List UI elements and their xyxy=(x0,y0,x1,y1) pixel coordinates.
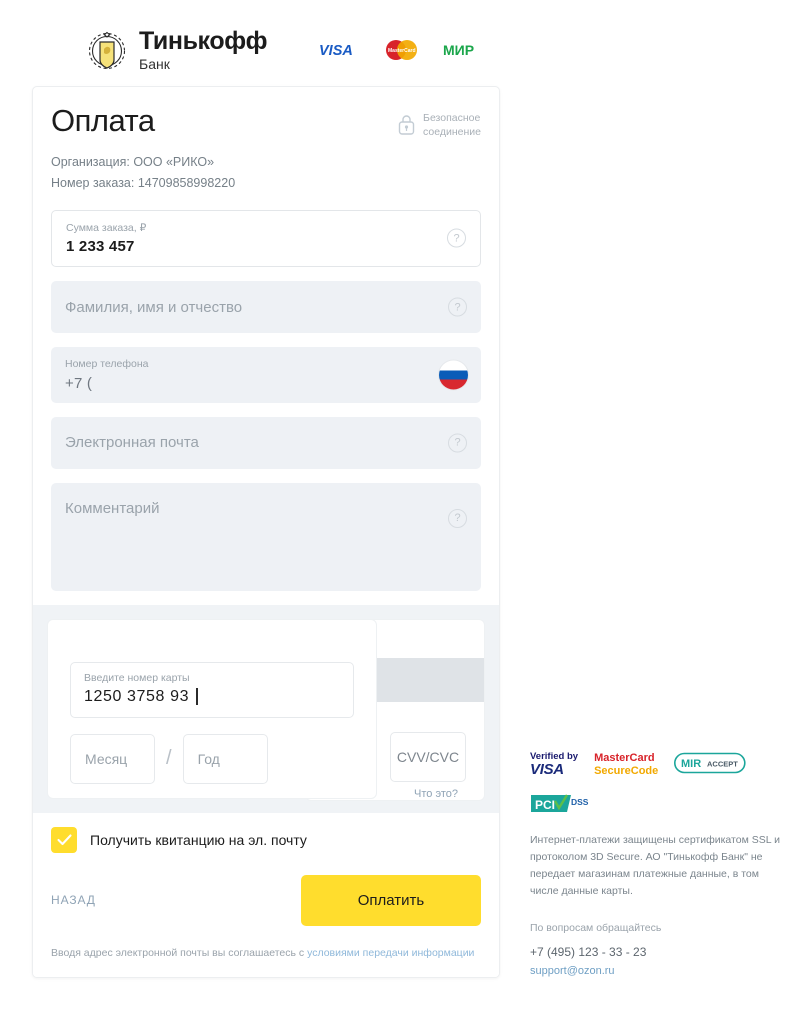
back-button[interactable]: НАЗАД xyxy=(51,893,96,907)
cvv-what-is-link[interactable]: Что это? xyxy=(414,788,458,800)
visa-logo: VISA xyxy=(319,43,353,58)
flag-stripe-red xyxy=(439,379,468,390)
mir-accept-icon: MIR ACCEPT xyxy=(674,752,746,774)
card-expiry-row: Месяц / Год xyxy=(70,733,354,784)
contact-heading: По вопросам обращайтесь xyxy=(530,921,662,934)
organization-line: Организация: ООО «РИКО» xyxy=(51,155,215,170)
form-top-section: Оплата Безопасное соединение Организация… xyxy=(33,87,499,591)
lock-icon xyxy=(398,115,415,135)
card-number-value: 1250 3758 93 xyxy=(84,687,190,705)
flag-stripe-blue xyxy=(439,370,468,380)
amount-value: 1 233 457 xyxy=(66,238,135,256)
form-fields: Сумма заказа, ₽ 1 233 457 ? Фамилия, имя… xyxy=(51,209,481,591)
card-number-label: Введите номер карты xyxy=(84,671,190,684)
brand-header: Тинькофф Банк VISA MasterCard МИР xyxy=(32,14,500,86)
svg-text:МИР: МИР xyxy=(443,42,474,58)
fullname-help-icon[interactable]: ? xyxy=(448,297,467,317)
agreement-text: Вводя адрес электронной почты вы соглаша… xyxy=(51,946,481,963)
contact-block: По вопросам обращайтесь +7 (495) 123 - 3… xyxy=(530,922,780,979)
mastercard-securecode-line1: MasterCard xyxy=(594,752,655,764)
comment-field[interactable]: Комментарий ? xyxy=(51,482,481,591)
email-placeholder: Электронная почта xyxy=(65,434,199,452)
tinkoff-crest-icon xyxy=(88,31,126,70)
agreement-link[interactable]: условиями передачи информации xyxy=(307,947,474,959)
expiry-month-input[interactable]: Месяц xyxy=(70,733,155,784)
order-number-line: Номер заказа: 14709858998220 xyxy=(51,175,236,190)
text-caret xyxy=(196,688,198,706)
pay-button[interactable]: Оплатить xyxy=(301,874,481,926)
bank-card-section: CVV/CVC Что это? Введите номер карты 125… xyxy=(33,604,499,813)
pci-dss-icon: PCI DSS xyxy=(531,794,589,812)
bank-card-visual: CVV/CVC Что это? Введите номер карты 125… xyxy=(47,618,485,801)
check-icon xyxy=(56,834,72,845)
brand-subtitle: Банк xyxy=(139,56,170,72)
email-help-icon[interactable]: ? xyxy=(448,433,467,453)
secure-line-1: Безопасное xyxy=(423,112,481,124)
phone-label: Номер телефона xyxy=(65,358,149,371)
card-front-panel: Введите номер карты 1250 3758 93 Месяц /… xyxy=(47,618,377,799)
expiry-separator: / xyxy=(166,747,172,770)
fullname-placeholder: Фамилия, имя и отчество xyxy=(65,298,243,316)
payment-form-card: Оплата Безопасное соединение Организация… xyxy=(32,86,500,978)
security-info-text: Интернет-платежи защищены сертификатом S… xyxy=(530,833,780,897)
mastercard-securecode-badge: MasterCard SecureCode xyxy=(594,752,658,777)
form-actions: НАЗАД Оплатить xyxy=(51,874,481,926)
comment-help-icon[interactable]: ? xyxy=(448,508,467,528)
flag-stripe-white xyxy=(439,360,468,371)
fullname-field[interactable]: Фамилия, имя и отчество ? xyxy=(51,281,481,334)
phone-field[interactable]: Номер телефона +7 ( xyxy=(51,347,481,403)
card-number-value-row: 1250 3758 93 xyxy=(84,688,340,706)
amount-label: Сумма заказа, ₽ xyxy=(66,221,147,234)
brand-wordmark: Тинькофф Банк xyxy=(139,27,268,72)
verified-by-visa-line2: VISA xyxy=(530,760,564,778)
mastercard-logo: MasterCard xyxy=(386,40,418,60)
payment-column: Тинькофф Банк VISA MasterCard МИР Оплата… xyxy=(32,14,500,978)
cvv-input[interactable]: CVV/CVC xyxy=(390,731,466,782)
brand-name: Тинькофф xyxy=(139,27,268,55)
mastercard-securecode-line2: SecureCode xyxy=(594,764,659,777)
svg-text:VISA: VISA xyxy=(319,43,353,58)
verified-by-visa-badge: Verified by VISA xyxy=(530,752,578,778)
svg-text:MIR: MIR xyxy=(681,758,701,770)
receipt-checkbox-row[interactable]: Получить квитанцию на эл. почту xyxy=(51,826,481,853)
phone-value: +7 ( xyxy=(65,374,93,392)
pci-dss-badge: PCI DSS xyxy=(530,792,592,816)
payment-page: Тинькофф Банк VISA MasterCard МИР Оплата… xyxy=(0,0,800,1013)
form-footer: Получить квитанцию на эл. почту НАЗАД Оп… xyxy=(33,812,499,977)
receipt-checkbox[interactable] xyxy=(51,826,77,853)
svg-text:DSS: DSS xyxy=(571,797,589,807)
expiry-year-input[interactable]: Год xyxy=(182,733,268,784)
mir-accept-badge: MIR ACCEPT xyxy=(674,752,746,774)
secure-connection-badge: Безопасное соединение xyxy=(397,105,481,139)
comment-placeholder: Комментарий xyxy=(65,499,160,517)
contact-email-link[interactable]: support@ozon.ru xyxy=(530,965,615,977)
card-number-field[interactable]: Введите номер карты 1250 3758 93 xyxy=(70,661,354,718)
svg-text:MasterCard: MasterCard xyxy=(388,48,416,54)
agreement-prefix: Вводя адрес электронной почты вы соглаша… xyxy=(51,946,308,959)
payment-system-logos: VISA MasterCard МИР xyxy=(319,39,483,61)
secure-connection-text: Безопасное соединение xyxy=(423,111,481,139)
svg-text:ACCEPT: ACCEPT xyxy=(707,760,738,769)
security-sidebar: Verified by VISA MasterCard SecureCode M… xyxy=(530,752,780,979)
svg-text:PCI: PCI xyxy=(535,798,555,812)
mir-logo: МИР xyxy=(443,42,474,58)
form-title-row: Оплата Безопасное соединение xyxy=(51,103,481,139)
secure-line-2: соединение xyxy=(423,126,481,139)
amount-field[interactable]: Сумма заказа, ₽ 1 233 457 ? xyxy=(51,209,481,268)
receipt-checkbox-label: Получить квитанцию на эл. почту xyxy=(90,831,307,848)
ru-flag-icon xyxy=(438,359,469,391)
email-field[interactable]: Электронная почта ? xyxy=(51,416,481,469)
security-badges: Verified by VISA MasterCard SecureCode M… xyxy=(530,752,780,816)
page-title: Оплата xyxy=(51,103,155,138)
order-meta: Организация: ООО «РИКО» Номер заказа: 14… xyxy=(51,152,481,193)
amount-help-icon[interactable]: ? xyxy=(447,228,466,248)
contact-phone: +7 (495) 123 - 33 - 23 xyxy=(530,944,647,959)
